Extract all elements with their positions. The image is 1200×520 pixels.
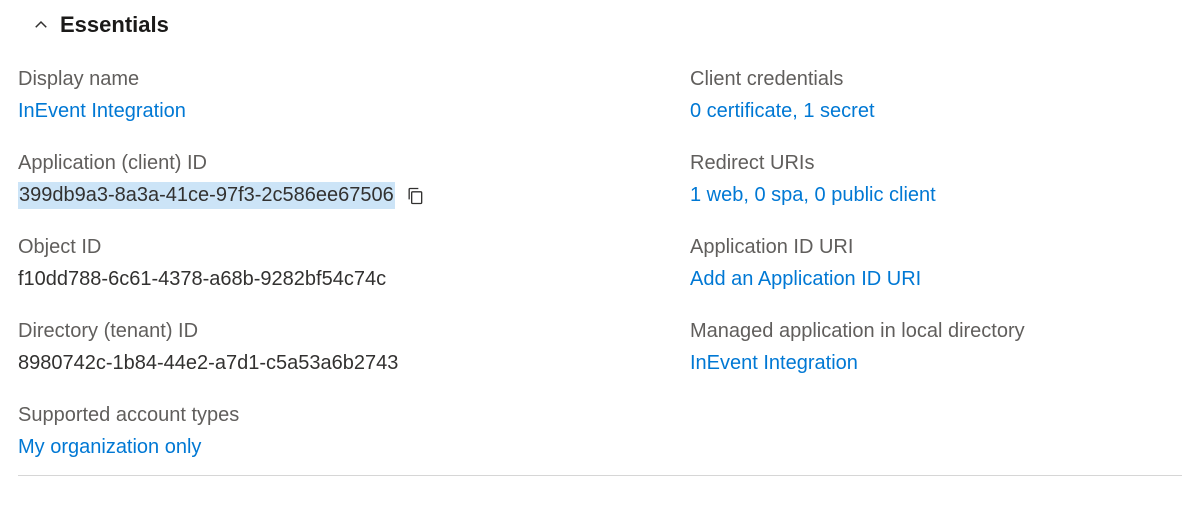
object-id-label: Object ID (18, 234, 650, 261)
directory-id-label: Directory (tenant) ID (18, 318, 650, 345)
display-name-value[interactable]: InEvent Integration (18, 98, 650, 125)
display-name-label: Display name (18, 66, 650, 93)
chevron-up-icon (32, 16, 50, 34)
field-supported-accounts: Supported account types My organization … (18, 402, 650, 461)
field-application-id: Application (client) ID 399db9a3-8a3a-41… (18, 150, 650, 209)
managed-app-label: Managed application in local directory (690, 318, 1182, 345)
client-credentials-label: Client credentials (690, 66, 1182, 93)
essentials-right-column: Client credentials 0 certificate, 1 secr… (690, 66, 1182, 467)
redirect-uris-value[interactable]: 1 web, 0 spa, 0 public client (690, 182, 1182, 209)
supported-accounts-value[interactable]: My organization only (18, 434, 650, 461)
field-redirect-uris: Redirect URIs 1 web, 0 spa, 0 public cli… (690, 150, 1182, 209)
app-id-uri-value[interactable]: Add an Application ID URI (690, 266, 1182, 293)
field-display-name: Display name InEvent Integration (18, 66, 650, 125)
copy-icon[interactable] (405, 185, 425, 207)
field-app-id-uri: Application ID URI Add an Application ID… (690, 234, 1182, 293)
supported-accounts-label: Supported account types (18, 402, 650, 429)
directory-id-value[interactable]: 8980742c-1b84-44e2-a7d1-c5a53a6b2743 (18, 350, 650, 377)
field-client-credentials: Client credentials 0 certificate, 1 secr… (690, 66, 1182, 125)
field-directory-id: Directory (tenant) ID 8980742c-1b84-44e2… (18, 318, 650, 377)
application-id-row: 399db9a3-8a3a-41ce-97f3-2c586ee67506 (18, 182, 650, 209)
client-credentials-value[interactable]: 0 certificate, 1 secret (690, 98, 1182, 125)
app-id-uri-label: Application ID URI (690, 234, 1182, 261)
essentials-title: Essentials (60, 12, 169, 38)
field-managed-app: Managed application in local directory I… (690, 318, 1182, 377)
field-object-id: Object ID f10dd788-6c61-4378-a68b-9282bf… (18, 234, 650, 293)
redirect-uris-label: Redirect URIs (690, 150, 1182, 177)
application-id-label: Application (client) ID (18, 150, 650, 177)
managed-app-value[interactable]: InEvent Integration (690, 350, 1182, 377)
essentials-content: Display name InEvent Integration Applica… (18, 66, 1182, 476)
essentials-header[interactable]: Essentials (18, 12, 1182, 38)
essentials-left-column: Display name InEvent Integration Applica… (18, 66, 650, 467)
application-id-value[interactable]: 399db9a3-8a3a-41ce-97f3-2c586ee67506 (18, 182, 395, 209)
object-id-value[interactable]: f10dd788-6c61-4378-a68b-9282bf54c74c (18, 266, 650, 293)
